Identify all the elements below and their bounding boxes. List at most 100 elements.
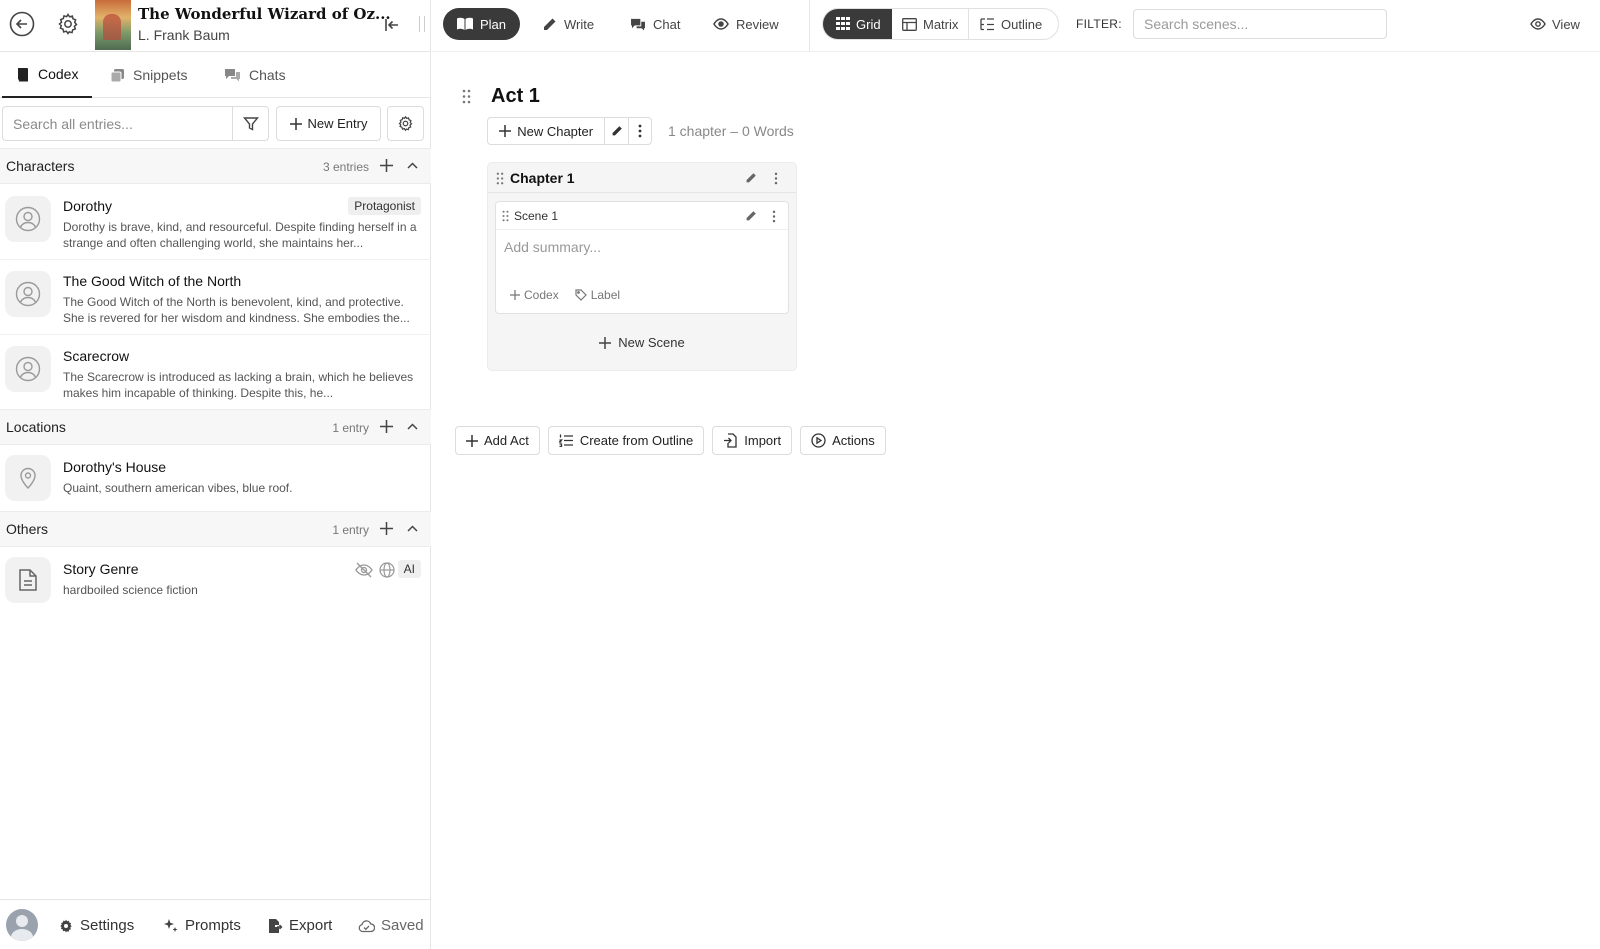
new-scene-label: New Scene [618,335,685,350]
edit-act-button[interactable] [605,118,628,144]
view-matrix[interactable]: Matrix [892,9,970,39]
plus-icon[interactable] [380,522,393,535]
tab-snippets[interactable]: Snippets [110,52,187,98]
plus-icon[interactable] [380,159,393,172]
saved-label: Saved [381,917,424,934]
mode-write[interactable]: Write [528,8,608,40]
actions-button[interactable]: Actions [800,426,886,455]
gear-icon [60,919,72,932]
section-locations[interactable]: Locations 1 entry [0,409,431,445]
pencil-icon[interactable] [745,172,757,184]
section-others[interactable]: Others 1 entry [0,511,431,547]
filter-icon [242,116,259,131]
book-cover-image[interactable] [95,0,131,50]
add-act-label: Add Act [484,433,529,448]
plus-icon[interactable] [380,420,393,433]
pencil-icon[interactable] [745,210,757,222]
chapter-header: Chapter 1 [488,163,796,193]
section-characters[interactable]: Characters 3 entries [0,148,431,184]
create-from-outline-button[interactable]: Create from Outline [547,426,705,455]
act-actions-row: Add Act Create from Outline Import Actio… [455,426,886,455]
act-more-button[interactable] [629,118,651,144]
export-label: Export [289,917,333,934]
scene-title[interactable]: Scene 1 [514,209,558,223]
mode-chat-label: Chat [653,16,681,32]
eye-off-icon[interactable] [355,562,373,578]
entry-name: The Good Witch of the North [63,273,242,289]
codex-settings-button[interactable] [387,106,424,141]
view-outline[interactable]: Outline [970,9,1052,39]
person-icon [5,271,51,317]
section-title: Characters [6,158,75,174]
codex-entry-dorothy[interactable]: Dorothy Protagonist Dorothy is brave, ki… [0,186,431,260]
more-vertical-icon[interactable] [774,172,778,185]
codex-entry-scarecrow[interactable]: Scarecrow The Scarecrow is introduced as… [0,336,431,410]
collapse-panel-icon[interactable] [381,14,403,36]
mode-chat[interactable]: Chat [616,8,694,40]
mode-plan-label: Plan [480,16,507,32]
codex-search-input[interactable] [2,106,232,141]
filter-button[interactable] [232,106,269,141]
drag-handle-icon[interactable] [502,210,509,222]
add-label-label: Label [590,288,621,302]
new-chapter-label: New Chapter [517,123,594,139]
eye-icon [713,18,729,30]
top-toolbar: Plan Write Chat Review Grid Matrix Outli… [432,0,1600,52]
mode-review[interactable]: Review [699,8,793,40]
mode-review-label: Review [736,16,779,32]
left-tabs: Codex Snippets Chats [0,52,431,98]
tab-codex[interactable]: Codex [2,52,92,98]
chevron-up-icon[interactable] [406,420,419,433]
drag-handle-icon[interactable] [496,172,504,185]
plus-icon [599,336,612,349]
entry-name: Scarecrow [63,348,130,364]
codex-entry-dorothys-house[interactable]: Dorothy's House Quaint, southern america… [0,447,431,510]
add-label-button[interactable]: Label [575,288,620,302]
codex-entry-good-witch[interactable]: The Good Witch of the North The Good Wit… [0,261,431,335]
globe-icon[interactable] [379,562,395,578]
more-vertical-icon[interactable] [772,210,776,223]
drag-handle-icon[interactable] [462,89,471,104]
section-title: Locations [6,419,66,435]
scene-summary-field[interactable]: Add summary... [504,239,601,255]
add-codex-button[interactable]: Codex [510,288,559,302]
scene-footer: Codex Label [510,288,620,302]
add-act-button[interactable]: Add Act [455,426,540,455]
export-button[interactable]: Export [267,917,332,934]
new-chapter-button[interactable]: New Chapter [488,118,604,144]
prompts-button[interactable]: Prompts [163,917,241,934]
tab-chats[interactable]: Chats [224,52,286,98]
act-title[interactable]: Act 1 [491,85,540,108]
section-count: 1 entry [332,523,369,537]
tag-icon [575,289,587,301]
add-codex-label: Codex [524,288,559,302]
view-options-button[interactable]: View [1530,8,1580,40]
avatar[interactable] [6,909,38,941]
panel-resize-handle[interactable] [419,16,425,32]
scene-search-input[interactable] [1133,9,1387,39]
chevron-up-icon[interactable] [406,522,419,535]
left-footer: Settings Prompts Export Saved [0,899,431,949]
pencil-icon [544,18,556,30]
import-button[interactable]: Import [712,426,793,455]
new-scene-button[interactable]: New Scene [488,335,796,350]
import-icon [724,433,737,448]
filter-label: FILTER: [1076,17,1122,31]
entry-description: The Scarecrow is introduced as lacking a… [63,370,414,400]
view-grid[interactable]: Grid [823,9,892,39]
chats-icon [631,18,645,31]
codex-entry-story-genre[interactable]: Story Genre AI hardboiled science fictio… [0,549,431,612]
mode-plan[interactable]: Plan [443,8,521,40]
back-icon[interactable] [8,10,36,38]
settings-button[interactable]: Settings [58,917,134,934]
import-label: Import [744,433,782,448]
gear-icon[interactable] [54,10,82,38]
scene-card[interactable]: Scene 1 Add summary... Codex Label [495,201,789,314]
chevron-up-icon[interactable] [406,159,419,172]
new-entry-button[interactable]: New Entry [276,106,381,141]
toolbar-divider [809,0,810,52]
ai-badge[interactable]: AI [397,560,421,578]
plus-icon [289,117,302,130]
chapter-title[interactable]: Chapter 1 [510,170,575,186]
book-title[interactable]: The Wonderful Wizard of Oz... [138,5,391,23]
